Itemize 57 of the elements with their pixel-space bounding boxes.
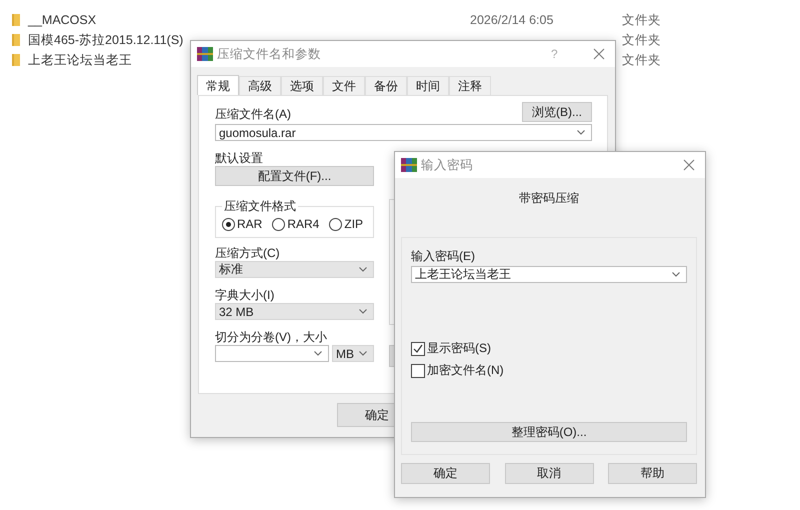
dialog-heading: 带密码压缩 [518,190,580,207]
folder-icon [12,14,20,26]
close-icon[interactable] [683,159,695,171]
chevron-icon [672,272,680,277]
checkbox-option[interactable]: 显示密码(S) [411,340,687,357]
tab[interactable]: 备份 [365,76,407,95]
checkbox-option[interactable]: 加密文件名(N) [411,362,687,379]
chevron-icon [359,309,367,314]
dictionary-dropdown[interactable]: 32 MB [215,303,374,320]
profile-button[interactable]: 配置文件(F)... [215,166,374,186]
chevron-icon [577,130,585,135]
group-title: 压缩文件格式 [223,198,297,215]
dialog-button[interactable]: 确定 [401,463,490,484]
close-icon[interactable] [593,48,605,60]
radio-option[interactable]: ZIP [329,217,364,231]
file-type: 文件夹 [622,32,661,48]
profile-label: 默认设置 [215,150,264,166]
archive-name-label: 压缩文件名(A) [215,106,291,122]
chevron-icon [359,351,367,356]
chevron-icon [314,351,322,356]
tab[interactable]: 选项 [281,76,323,95]
radio-button[interactable] [222,218,235,230]
tab[interactable]: 时间 [407,76,449,95]
tab[interactable]: 常规 [197,75,239,95]
split-size-field[interactable] [215,345,329,362]
tab[interactable]: 文件 [323,76,365,95]
method-label: 压缩方式(C) [215,245,281,261]
checkbox[interactable] [411,364,425,378]
radio-button[interactable] [329,218,342,230]
unit-dropdown[interactable]: MB [332,345,374,362]
browse-button[interactable]: 浏览(B)... [522,102,592,122]
dialog-button[interactable]: 帮助 [608,463,697,484]
password-label: 输入密码(E) [411,248,476,264]
archive-name-field[interactable]: guomosula.rar [215,124,592,141]
checkbox[interactable] [411,342,425,356]
password-field[interactable]: 上老王论坛当老王 [411,266,687,283]
file-name[interactable]: __MACOSX [28,13,470,27]
radio-option[interactable]: RAR [222,217,262,231]
organize-passwords-button[interactable]: 整理密码(O)... [411,422,687,442]
window-title: 输入密码 [421,156,474,174]
split-label: 切分为分卷(V)，大小 [215,329,328,345]
chevron-icon [359,267,367,272]
tab[interactable]: 高级 [239,76,281,95]
radio-button[interactable] [272,218,286,230]
books-icon [197,47,213,61]
window-title: 压缩文件名和参数 [217,46,322,62]
books-icon [401,158,417,172]
folder-icon [12,54,20,66]
file-type: 文件夹 [622,52,661,68]
radio-option[interactable]: RAR4 [272,217,320,231]
tab[interactable]: 注释 [449,76,491,95]
method-dropdown[interactable]: 标准 [215,261,374,278]
dialog-button[interactable]: 取消 [504,463,594,484]
modified-date: 2026/2/14 6:05 [470,13,554,27]
folder-icon [12,34,20,46]
dictionary-label: 字典大小(I) [215,287,276,303]
file-type: 文件夹 [622,12,661,28]
